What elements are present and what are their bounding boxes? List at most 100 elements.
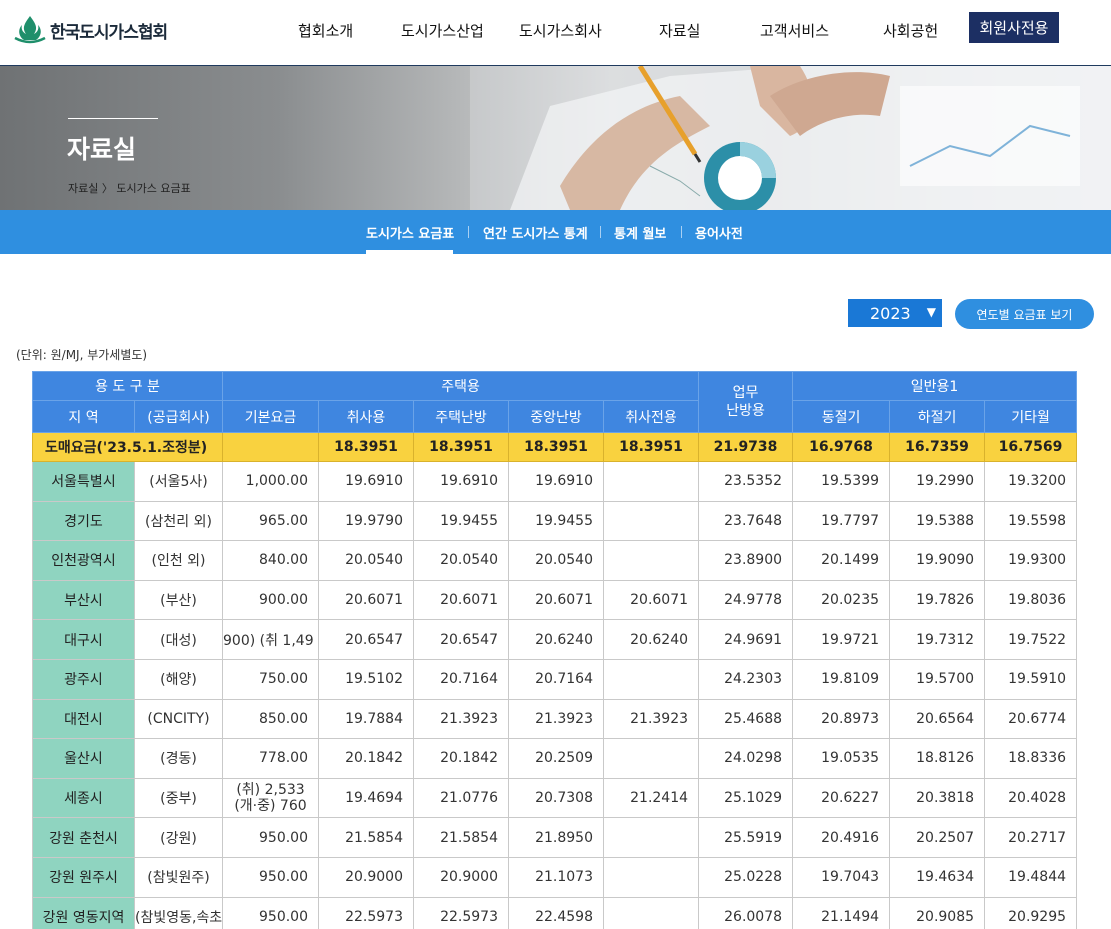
cell-winter: 20.8973 [792, 698, 891, 740]
cell-other-months: 20.4028 [984, 777, 1078, 819]
cell-base-fee: 1,000.00 [222, 461, 319, 502]
tab-monthly-report[interactable]: 통계 월보 [614, 223, 666, 242]
cell-base-fee-line: (개·중) 760 [234, 798, 307, 815]
cell-cooking: 20.0540 [318, 540, 414, 581]
cell-summer: 19.5388 [889, 500, 986, 542]
cell-home-heating: 21.0776 [413, 777, 509, 819]
cell-business-heating: 25.0228 [698, 856, 794, 898]
cell-supplier: (참빛원주) [134, 856, 223, 898]
cell-business-heating: 25.1029 [698, 777, 794, 819]
cell-cooking-only: 21.3923 [602, 698, 700, 740]
cell-central-heating: 20.7164 [508, 658, 604, 700]
view-year-rates-button[interactable]: 연도별 요금표 보기 [955, 299, 1094, 329]
cell-supplier: (강원) [134, 817, 223, 858]
breadcrumb: 자료실 〉 도시가스 요금표 [68, 180, 191, 196]
nav-item-companies[interactable]: 도시가스회사 [519, 20, 602, 41]
cell-winter: 19.5399 [792, 461, 891, 502]
cell-cooking: 21.5854 [318, 817, 414, 858]
subnav-divider [681, 226, 682, 238]
subnav-divider [468, 226, 469, 238]
cell-winter: 20.6227 [792, 777, 891, 819]
cell-cooking-only [602, 817, 700, 858]
cell-winter: 19.9721 [792, 619, 891, 660]
cell-supplier: (삼천리 외) [134, 500, 223, 542]
wholesale-label: 도매요금('23.5.1.조정분) [32, 432, 223, 462]
nav-item-social[interactable]: 사회공헌 [883, 20, 938, 41]
year-select[interactable]: 2023 ▼ [848, 299, 942, 327]
cell-cooking: 20.1842 [318, 738, 414, 779]
member-only-button[interactable]: 회원사전용 [969, 12, 1059, 43]
banner-hands-chart-image [470, 66, 1111, 210]
cell-supplier: (서울5사) [134, 461, 223, 502]
sub-nav: 도시가스 요금표 연간 도시가스 통계 통계 월보 용어사전 [0, 210, 1111, 254]
wholesale-value: 16.7569 [984, 432, 1078, 462]
tab-annual-statistics[interactable]: 연간 도시가스 통계 [483, 223, 588, 242]
cell-base-fee: 850.00 [222, 698, 319, 740]
cell-home-heating: 20.6071 [413, 579, 509, 621]
cell-home-heating: 20.7164 [413, 658, 509, 700]
wholesale-value: 21.9738 [698, 432, 794, 462]
cell-cooking-only: 20.6240 [602, 619, 700, 660]
table-row: 울산시 (경동) 778.00 20.1842 20.1842 20.2509 24.029… [32, 738, 1078, 779]
breadcrumb-current: 도시가스 요금표 [116, 182, 191, 195]
page-banner: 자료실 자료실 〉 도시가스 요금표 [0, 66, 1111, 210]
cell-summer: 20.3818 [889, 777, 986, 819]
cell-other-months: 18.8336 [984, 738, 1078, 779]
cell-region: 대구시 [32, 619, 135, 660]
cell-region: 부산시 [32, 579, 135, 621]
cell-cooking-only [602, 738, 700, 779]
header-usage-type: 용 도 구 분 [32, 371, 223, 401]
cell-base-fee-line: (취) 2,533 [236, 782, 305, 799]
cell-supplier: (해양) [134, 658, 223, 700]
wholesale-row: 도매요금('23.5.1.조정분) 18.3951 18.3951 18.395… [32, 432, 1078, 462]
cell-base-fee: 950.00 [222, 896, 319, 929]
cell-winter: 19.7797 [792, 500, 891, 542]
cell-summer: 20.9085 [889, 896, 986, 929]
cell-home-heating: 20.0540 [413, 540, 509, 581]
cell-cooking: 19.4694 [318, 777, 414, 819]
chevron-down-icon: ▼ [926, 305, 936, 319]
tab-glossary[interactable]: 용어사전 [695, 223, 743, 242]
table-row: 강원 영동지역 (참빛영동,속초) 950.00 22.5973 22.5973 22.4… [32, 896, 1078, 929]
cell-cooking: 20.6071 [318, 579, 414, 621]
table-row: 대전시 (CNCITY) 850.00 19.7884 21.3923 21.3923 21… [32, 698, 1078, 740]
nav-item-library[interactable]: 자료실 [659, 20, 700, 41]
cell-base-fee: (취) 2,533 (개·중) 760 [222, 777, 319, 819]
header-supplier: (공급회사) [134, 400, 223, 433]
wholesale-value: 18.3951 [413, 432, 509, 462]
cell-summer: 19.5700 [889, 658, 986, 700]
cell-summer: 19.4634 [889, 856, 986, 898]
cell-other-months: 20.2717 [984, 817, 1078, 858]
site-header: 한국도시가스협회 협회소개 도시가스산업 도시가스회사 자료실 고객서비스 사회… [0, 0, 1111, 66]
cell-central-heating: 20.2509 [508, 738, 604, 779]
cell-business-heating: 24.0298 [698, 738, 794, 779]
table-row: 대구시 (대성) 900) (취 1,49 20.6547 20.6547 20.6240… [32, 619, 1078, 660]
site-logo[interactable]: 한국도시가스협회 [12, 14, 168, 46]
cell-central-heating: 22.4598 [508, 896, 604, 929]
breadcrumb-root[interactable]: 자료실 [68, 182, 98, 195]
cell-other-months: 19.5598 [984, 500, 1078, 542]
header-home-heating: 주택난방 [413, 400, 509, 433]
cell-other-months: 19.3200 [984, 461, 1078, 502]
cell-supplier: (인천 외) [134, 540, 223, 581]
cell-cooking: 22.5973 [318, 896, 414, 929]
cell-home-heating: 21.5854 [413, 817, 509, 858]
cell-home-heating: 20.1842 [413, 738, 509, 779]
logo-text: 한국도시가스협회 [50, 22, 168, 43]
cell-supplier: (CNCITY) [134, 698, 223, 740]
cell-summer: 19.7826 [889, 579, 986, 621]
cell-region: 세종시 [32, 777, 135, 819]
cell-region: 인천광역시 [32, 540, 135, 581]
cell-business-heating: 25.4688 [698, 698, 794, 740]
header-winter: 동절기 [792, 400, 891, 433]
nav-item-industry[interactable]: 도시가스산업 [401, 20, 484, 41]
header-region: 지 역 [32, 400, 135, 433]
wholesale-value: 18.3951 [602, 432, 700, 462]
nav-item-about[interactable]: 협회소개 [298, 20, 353, 41]
cell-home-heating: 20.9000 [413, 856, 509, 898]
cell-summer: 19.2990 [889, 461, 986, 502]
table-row: 경기도 (삼천리 외) 965.00 19.9790 19.9455 19.9455 23.… [32, 500, 1078, 542]
nav-item-customer-service[interactable]: 고객서비스 [760, 20, 829, 41]
tab-gas-rates[interactable]: 도시가스 요금표 [366, 223, 454, 242]
cell-supplier: (대성) [134, 619, 223, 660]
